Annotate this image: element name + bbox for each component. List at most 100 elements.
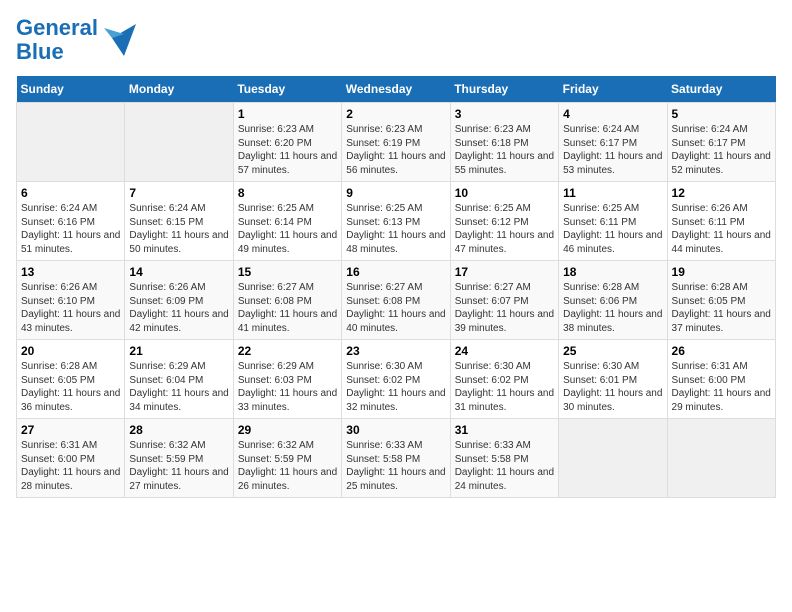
calendar-cell: 28Sunrise: 6:32 AM Sunset: 5:59 PM Dayli…: [125, 419, 233, 498]
calendar-cell: 8Sunrise: 6:25 AM Sunset: 6:14 PM Daylig…: [233, 182, 341, 261]
day-info: Sunrise: 6:25 AM Sunset: 6:13 PM Dayligh…: [346, 202, 445, 256]
day-info: Sunrise: 6:31 AM Sunset: 6:00 PM Dayligh…: [672, 360, 771, 414]
day-number: 23: [346, 344, 445, 358]
day-number: 13: [21, 265, 120, 279]
calendar-cell: 25Sunrise: 6:30 AM Sunset: 6:01 PM Dayli…: [559, 340, 667, 419]
calendar-cell: 9 Sunrise: 6:25 AM Sunset: 6:13 PM Daylig…: [342, 182, 450, 261]
day-info: Sunrise: 6:27 AM Sunset: 6:08 PM Dayligh…: [238, 281, 337, 335]
logo-general: General: [16, 15, 98, 40]
day-number: 31: [455, 423, 554, 437]
weekday-header-wednesday: Wednesday: [342, 76, 450, 103]
day-info: Sunrise: 6:27 AM Sunset: 6:07 PM Dayligh…: [455, 281, 554, 335]
weekday-header-monday: Monday: [125, 76, 233, 103]
day-number: 27: [21, 423, 120, 437]
week-row-4: 20 Sunrise: 6:28 AM Sunset: 6:05 PM Dayli…: [17, 340, 776, 419]
calendar-cell: 13 Sunrise: 6:26 AM Sunset: 6:10 PM Dayli…: [17, 261, 125, 340]
calendar-cell: 29 Sunrise: 6:32 AM Sunset: 5:59 PM Dayli…: [233, 419, 341, 498]
calendar-cell: 16 Sunrise: 6:27 AM Sunset: 6:08 PM Dayli…: [342, 261, 450, 340]
calendar-cell: [17, 103, 125, 182]
calendar-cell: 5 Sunrise: 6:24 AM Sunset: 6:17 PM Daylig…: [667, 103, 775, 182]
weekday-header-saturday: Saturday: [667, 76, 775, 103]
calendar-cell: 10 Sunrise: 6:25 AM Sunset: 6:12 PM Dayli…: [450, 182, 558, 261]
calendar-cell: 30Sunrise: 6:33 AM Sunset: 5:58 PM Dayli…: [342, 419, 450, 498]
day-info: Sunrise: 6:29 AM Sunset: 6:04 PM Dayligh…: [129, 360, 228, 414]
calendar-cell: 21 Sunrise: 6:29 AM Sunset: 6:04 PM Dayli…: [125, 340, 233, 419]
calendar-cell: 24 Sunrise: 6:30 AM Sunset: 6:02 PM Dayli…: [450, 340, 558, 419]
day-info: Sunrise: 6:28 AM Sunset: 6:05 PM Dayligh…: [21, 360, 120, 414]
day-number: 6: [21, 186, 120, 200]
day-number: 29: [238, 423, 337, 437]
day-info: Sunrise: 6:25 AM Sunset: 6:11 PM Dayligh…: [563, 202, 662, 256]
day-number: 2: [346, 107, 445, 121]
logo: General Blue: [16, 16, 136, 64]
day-number: 19: [672, 265, 771, 279]
day-number: 7: [129, 186, 228, 200]
calendar-table: SundayMondayTuesdayWednesdayThursdayFrid…: [16, 76, 776, 498]
day-info: Sunrise: 6:27 AM Sunset: 6:08 PM Dayligh…: [346, 281, 445, 335]
calendar-cell: 12Sunrise: 6:26 AM Sunset: 6:11 PM Dayli…: [667, 182, 775, 261]
day-number: 4: [563, 107, 662, 121]
day-number: 11: [563, 186, 662, 200]
calendar-cell: 22 Sunrise: 6:29 AM Sunset: 6:03 PM Dayli…: [233, 340, 341, 419]
calendar-cell: 6 Sunrise: 6:24 AM Sunset: 6:16 PM Daylig…: [17, 182, 125, 261]
day-info: Sunrise: 6:30 AM Sunset: 6:02 PM Dayligh…: [455, 360, 554, 414]
day-info: Sunrise: 6:29 AM Sunset: 6:03 PM Dayligh…: [238, 360, 337, 414]
calendar-cell: 26Sunrise: 6:31 AM Sunset: 6:00 PM Dayli…: [667, 340, 775, 419]
calendar-cell: 11 Sunrise: 6:25 AM Sunset: 6:11 PM Dayli…: [559, 182, 667, 261]
week-row-2: 6 Sunrise: 6:24 AM Sunset: 6:16 PM Daylig…: [17, 182, 776, 261]
day-number: 15: [238, 265, 337, 279]
day-number: 12: [672, 186, 771, 200]
day-number: 10: [455, 186, 554, 200]
weekday-header-sunday: Sunday: [17, 76, 125, 103]
calendar-cell: 14Sunrise: 6:26 AM Sunset: 6:09 PM Dayli…: [125, 261, 233, 340]
day-info: Sunrise: 6:25 AM Sunset: 6:12 PM Dayligh…: [455, 202, 554, 256]
day-info: Sunrise: 6:32 AM Sunset: 5:59 PM Dayligh…: [238, 439, 337, 493]
day-info: Sunrise: 6:30 AM Sunset: 6:02 PM Dayligh…: [346, 360, 445, 414]
day-info: Sunrise: 6:31 AM Sunset: 6:00 PM Dayligh…: [21, 439, 120, 493]
weekday-header-tuesday: Tuesday: [233, 76, 341, 103]
day-number: 28: [129, 423, 228, 437]
day-info: Sunrise: 6:24 AM Sunset: 6:16 PM Dayligh…: [21, 202, 120, 256]
day-info: Sunrise: 6:23 AM Sunset: 6:20 PM Dayligh…: [238, 123, 337, 177]
page-header: General Blue: [16, 16, 776, 64]
weekday-header-row: SundayMondayTuesdayWednesdayThursdayFrid…: [17, 76, 776, 103]
calendar-cell: 27 Sunrise: 6:31 AM Sunset: 6:00 PM Dayli…: [17, 419, 125, 498]
day-number: 9: [346, 186, 445, 200]
calendar-cell: 18Sunrise: 6:28 AM Sunset: 6:06 PM Dayli…: [559, 261, 667, 340]
calendar-cell: 3 Sunrise: 6:23 AM Sunset: 6:18 PM Daylig…: [450, 103, 558, 182]
day-number: 5: [672, 107, 771, 121]
day-info: Sunrise: 6:23 AM Sunset: 6:19 PM Dayligh…: [346, 123, 445, 177]
calendar-cell: 4Sunrise: 6:24 AM Sunset: 6:17 PM Daylig…: [559, 103, 667, 182]
day-number: 8: [238, 186, 337, 200]
day-number: 22: [238, 344, 337, 358]
calendar-cell: 31 Sunrise: 6:33 AM Sunset: 5:58 PM Dayli…: [450, 419, 558, 498]
weekday-header-thursday: Thursday: [450, 76, 558, 103]
calendar-cell: 23 Sunrise: 6:30 AM Sunset: 6:02 PM Dayli…: [342, 340, 450, 419]
calendar-cell: [667, 419, 775, 498]
day-info: Sunrise: 6:28 AM Sunset: 6:06 PM Dayligh…: [563, 281, 662, 335]
day-number: 1: [238, 107, 337, 121]
day-info: Sunrise: 6:24 AM Sunset: 6:17 PM Dayligh…: [672, 123, 771, 177]
day-number: 30: [346, 423, 445, 437]
day-info: Sunrise: 6:23 AM Sunset: 6:18 PM Dayligh…: [455, 123, 554, 177]
day-number: 24: [455, 344, 554, 358]
day-number: 25: [563, 344, 662, 358]
week-row-1: 1 Sunrise: 6:23 AM Sunset: 6:20 PM Daylig…: [17, 103, 776, 182]
day-info: Sunrise: 6:33 AM Sunset: 5:58 PM Dayligh…: [455, 439, 554, 493]
calendar-cell: 17 Sunrise: 6:27 AM Sunset: 6:07 PM Dayli…: [450, 261, 558, 340]
calendar-cell: 1 Sunrise: 6:23 AM Sunset: 6:20 PM Daylig…: [233, 103, 341, 182]
calendar-cell: 20 Sunrise: 6:28 AM Sunset: 6:05 PM Dayli…: [17, 340, 125, 419]
logo-blue: Blue: [16, 39, 64, 64]
calendar-cell: 7Sunrise: 6:24 AM Sunset: 6:15 PM Daylig…: [125, 182, 233, 261]
day-info: Sunrise: 6:26 AM Sunset: 6:10 PM Dayligh…: [21, 281, 120, 335]
day-number: 17: [455, 265, 554, 279]
week-row-3: 13 Sunrise: 6:26 AM Sunset: 6:10 PM Dayli…: [17, 261, 776, 340]
day-number: 20: [21, 344, 120, 358]
day-number: 3: [455, 107, 554, 121]
calendar-cell: [125, 103, 233, 182]
day-number: 16: [346, 265, 445, 279]
calendar-cell: [559, 419, 667, 498]
day-info: Sunrise: 6:26 AM Sunset: 6:09 PM Dayligh…: [129, 281, 228, 335]
weekday-header-friday: Friday: [559, 76, 667, 103]
day-number: 21: [129, 344, 228, 358]
